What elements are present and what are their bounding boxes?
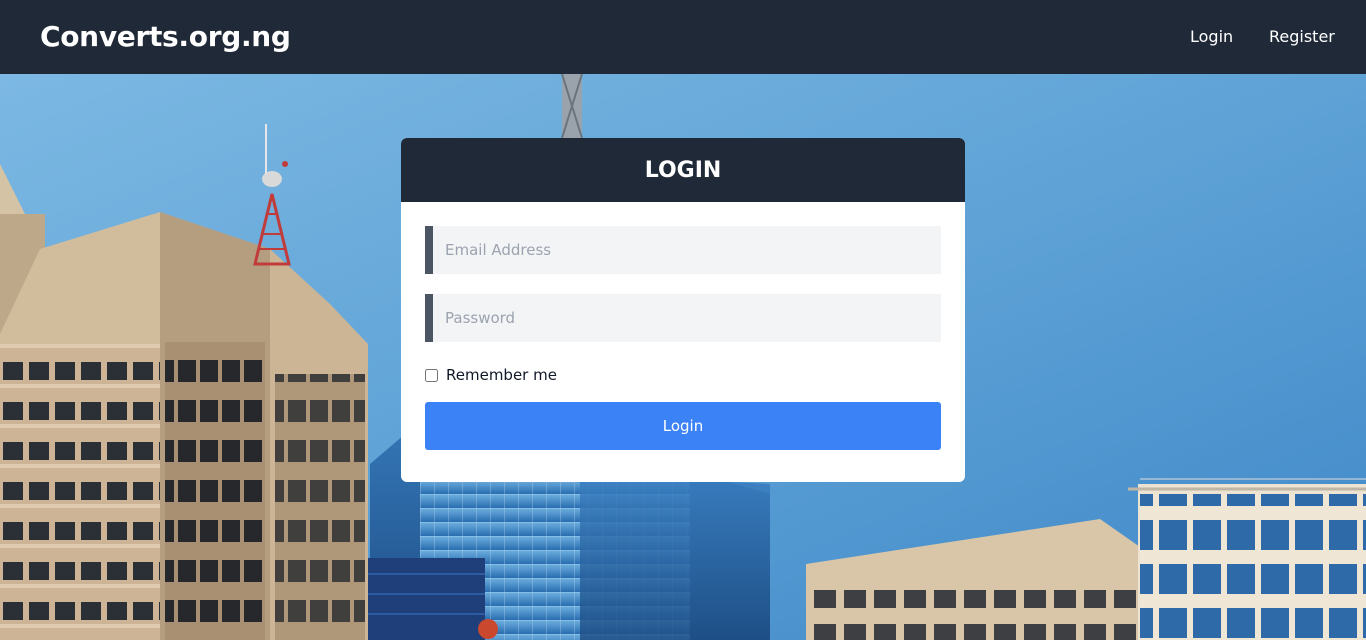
nav-register-link[interactable]: Register [1269, 26, 1335, 48]
login-card-header: LOGIN [401, 138, 965, 202]
login-card: LOGIN Remember me Login [401, 138, 965, 482]
nav-login-link[interactable]: Login [1190, 26, 1233, 48]
login-title: LOGIN [644, 158, 722, 183]
remember-me-checkbox[interactable] [425, 368, 438, 382]
email-field[interactable] [425, 226, 941, 274]
login-submit-button[interactable]: Login [425, 402, 941, 450]
password-field[interactable] [425, 294, 941, 342]
site-brand[interactable]: Converts.org.ng [40, 18, 291, 56]
remember-me-label[interactable]: Remember me [446, 366, 557, 384]
remember-me-row[interactable]: Remember me [425, 365, 557, 385]
top-navbar: Converts.org.ng Login Register [0, 0, 1366, 74]
